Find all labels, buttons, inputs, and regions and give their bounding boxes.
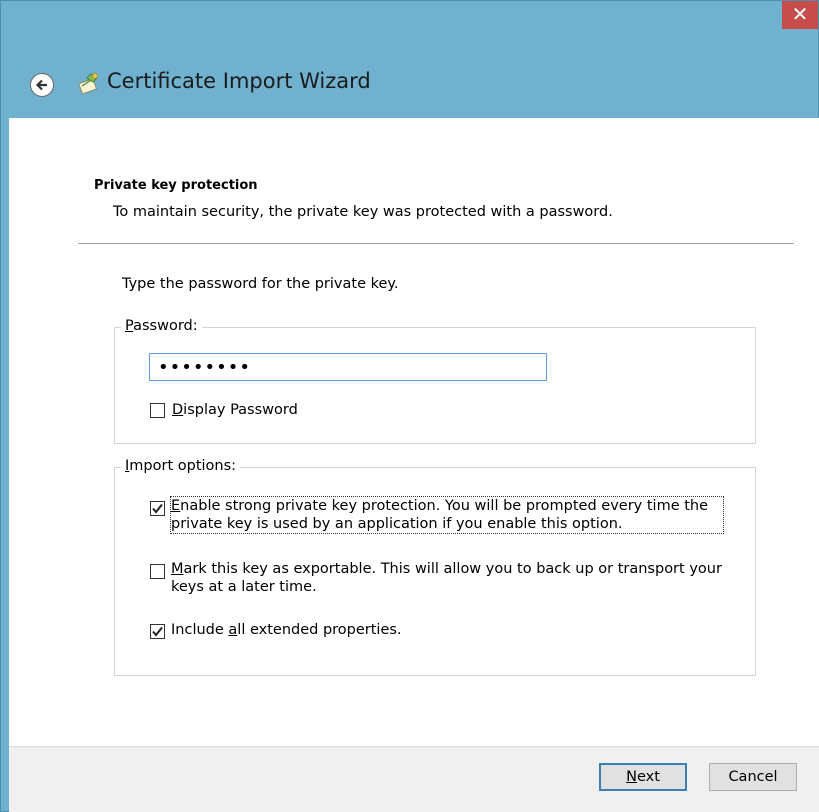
page-subheading: To maintain security, the private key wa…: [113, 204, 613, 220]
extended-properties-label[interactable]: Include all extended properties.: [171, 621, 402, 639]
import-options-group: Import options: Enable strong private ke…: [114, 458, 756, 676]
extended-properties-checkbox[interactable]: [150, 624, 165, 639]
next-button[interactable]: Next: [599, 763, 687, 791]
header-divider: [78, 243, 794, 244]
strong-protection-checkbox[interactable]: [150, 501, 165, 516]
back-button[interactable]: [30, 73, 54, 97]
back-arrow-icon: [35, 79, 47, 91]
import-options-legend: Import options:: [121, 458, 241, 474]
strong-protection-label[interactable]: Enable strong private key protection. Yo…: [170, 496, 724, 534]
wizard-window: ✕ Certificate Import Wizard Private key …: [0, 0, 819, 812]
display-password-label[interactable]: Display Password: [172, 401, 298, 419]
password-group: Password: •••••••• Display Password: [114, 318, 756, 444]
wizard-footer: Next Cancel: [9, 746, 819, 812]
checkmark-icon: [152, 626, 163, 637]
checkmark-icon: [152, 503, 163, 514]
password-group-legend: Password:: [121, 318, 202, 334]
window-title: Certificate Import Wizard: [107, 69, 371, 93]
close-button[interactable]: ✕: [782, 1, 818, 29]
instruction-text: Type the password for the private key.: [122, 276, 399, 292]
password-input[interactable]: ••••••••: [149, 353, 547, 381]
wizard-content: Private key protection To maintain secur…: [9, 118, 819, 746]
close-icon: ✕: [791, 2, 809, 26]
page-heading: Private key protection: [94, 178, 258, 193]
certificate-wizard-icon: [78, 73, 98, 94]
exportable-checkbox[interactable]: [150, 564, 165, 579]
cancel-button[interactable]: Cancel: [709, 763, 797, 791]
exportable-label[interactable]: Mark this key as exportable. This will a…: [171, 560, 731, 596]
display-password-checkbox[interactable]: [150, 403, 165, 418]
